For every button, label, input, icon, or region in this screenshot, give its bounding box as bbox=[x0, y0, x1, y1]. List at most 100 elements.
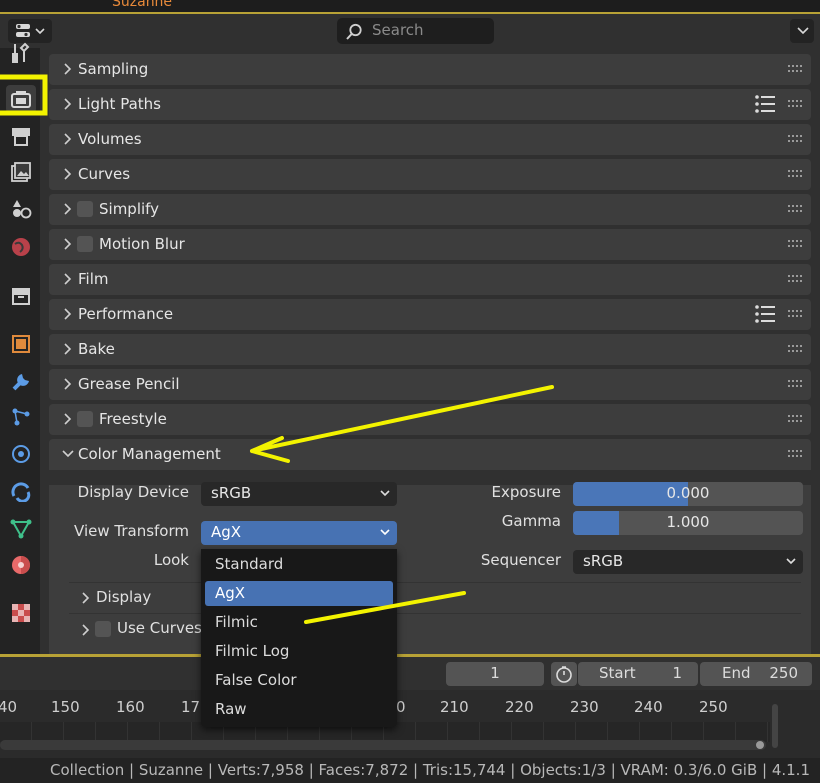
options-menu-button[interactable] bbox=[790, 19, 814, 43]
section-label: Freestyle bbox=[99, 410, 167, 428]
subsection-use-curves[interactable]: Use Curves bbox=[69, 613, 801, 644]
stopwatch-icon bbox=[556, 666, 572, 683]
tab-texture[interactable] bbox=[8, 600, 34, 626]
section-label: Color Management bbox=[78, 445, 221, 463]
menu-item-standard[interactable]: Standard bbox=[205, 552, 393, 577]
gamma-slider[interactable]: 1.000 bbox=[573, 511, 803, 535]
drag-handle-icon[interactable] bbox=[788, 414, 804, 424]
chevron-down-icon bbox=[380, 490, 390, 497]
section-simplify[interactable]: Simplify bbox=[49, 194, 811, 225]
view-transform-dropdown[interactable]: AgX bbox=[201, 521, 397, 545]
drag-handle-icon[interactable] bbox=[788, 239, 804, 249]
section-label: Light Paths bbox=[78, 95, 161, 113]
frame-number: 210 bbox=[440, 698, 469, 716]
drag-handle-icon[interactable] bbox=[788, 274, 804, 284]
section-light-paths[interactable]: Light Paths bbox=[49, 89, 811, 120]
section-color-management[interactable]: Color Management bbox=[49, 439, 811, 470]
tab-output[interactable] bbox=[8, 123, 34, 149]
chevron-right-icon bbox=[64, 63, 72, 75]
tab-physics[interactable] bbox=[8, 441, 34, 467]
tab-tool[interactable] bbox=[8, 40, 34, 66]
freestyle-checkbox[interactable] bbox=[77, 411, 93, 427]
drag-handle-icon[interactable] bbox=[788, 169, 804, 179]
exposure-slider[interactable]: 0.000 bbox=[573, 482, 803, 506]
texture-icon bbox=[12, 604, 30, 622]
drag-handle-icon[interactable] bbox=[788, 379, 804, 389]
sequencer-dropdown[interactable]: sRGB bbox=[573, 550, 803, 574]
drag-handle-icon[interactable] bbox=[788, 99, 804, 109]
tab-particles[interactable] bbox=[8, 404, 34, 430]
section-freestyle[interactable]: Freestyle bbox=[49, 404, 811, 435]
chevron-down-icon bbox=[380, 529, 390, 536]
object-icon bbox=[12, 335, 30, 353]
simplify-checkbox[interactable] bbox=[77, 201, 93, 217]
drag-handle-icon[interactable] bbox=[788, 134, 804, 144]
frame-start-field[interactable]: Start 1 bbox=[578, 662, 698, 686]
section-volumes[interactable]: Volumes bbox=[49, 124, 811, 155]
presets-list-icon[interactable] bbox=[755, 304, 777, 324]
current-frame-value: 1 bbox=[490, 664, 500, 682]
use-preview-range-button[interactable] bbox=[551, 662, 577, 686]
tab-modifier[interactable] bbox=[8, 368, 34, 394]
tab-data[interactable] bbox=[8, 515, 34, 541]
use-curves-checkbox[interactable] bbox=[95, 621, 111, 637]
motion-blur-checkbox[interactable] bbox=[77, 236, 93, 252]
drag-handle-icon[interactable] bbox=[788, 64, 804, 74]
tab-collection[interactable] bbox=[8, 283, 34, 309]
tab-view-layer[interactable] bbox=[8, 159, 34, 185]
tab-scene[interactable] bbox=[8, 196, 34, 222]
output-icon bbox=[12, 128, 30, 146]
display-device-dropdown[interactable]: sRGB bbox=[201, 482, 397, 506]
section-curves[interactable]: Curves bbox=[49, 159, 811, 190]
modifier-icon bbox=[12, 374, 29, 391]
view-transform-value: AgX bbox=[211, 523, 242, 541]
end-value: 250 bbox=[769, 664, 798, 682]
render-properties-panel: Sampling Light Paths Volumes Curves Simp… bbox=[40, 48, 820, 654]
drag-handle-icon[interactable] bbox=[788, 449, 804, 459]
menu-item-agx[interactable]: AgX bbox=[205, 581, 393, 606]
section-motion-blur[interactable]: Motion Blur bbox=[49, 229, 811, 260]
sequencer-label: Sequencer bbox=[480, 551, 561, 569]
menu-item-label: Filmic Log bbox=[215, 642, 290, 660]
frame-end-field[interactable]: End 250 bbox=[700, 662, 812, 686]
section-film[interactable]: Film bbox=[49, 264, 811, 295]
data-icon bbox=[10, 519, 32, 539]
drag-handle-icon[interactable] bbox=[788, 309, 804, 319]
subsection-display[interactable]: Display bbox=[69, 582, 801, 611]
presets-list-icon[interactable] bbox=[755, 94, 777, 114]
view-transform-menu: Standard AgX Filmic Filmic Log False Col… bbox=[201, 549, 397, 727]
section-grease-pencil[interactable]: Grease Pencil bbox=[49, 369, 811, 400]
tab-constraints[interactable] bbox=[8, 478, 34, 504]
menu-item-filmic[interactable]: Filmic bbox=[205, 610, 393, 635]
status-bar-text: Collection | Suzanne | Verts:7,958 | Fac… bbox=[50, 761, 810, 779]
timeline-horizontal-scrollbar[interactable] bbox=[0, 740, 766, 750]
scrollbar-handle[interactable] bbox=[756, 741, 764, 749]
drag-handle-icon[interactable] bbox=[788, 344, 804, 354]
view-transform-label: View Transform bbox=[74, 522, 189, 540]
tab-render[interactable] bbox=[6, 85, 36, 113]
frame-number: 160 bbox=[116, 698, 145, 716]
search-field[interactable]: Search bbox=[337, 18, 494, 44]
section-sampling[interactable]: Sampling bbox=[49, 54, 811, 85]
exposure-label: Exposure bbox=[491, 483, 561, 501]
menu-item-false-color[interactable]: False Color bbox=[205, 668, 393, 693]
current-frame-field[interactable]: 1 bbox=[446, 662, 544, 686]
chevron-right-icon bbox=[64, 413, 72, 425]
physics-icon bbox=[12, 445, 30, 463]
section-performance[interactable]: Performance bbox=[49, 299, 811, 330]
tab-object[interactable] bbox=[8, 331, 34, 357]
exposure-value: 0.000 bbox=[666, 484, 710, 502]
menu-item-filmic-log[interactable]: Filmic Log bbox=[205, 639, 393, 664]
drag-handle-icon[interactable] bbox=[788, 204, 804, 214]
section-bake[interactable]: Bake bbox=[49, 334, 811, 365]
section-label: Bake bbox=[78, 340, 115, 358]
frame-number: 220 bbox=[505, 698, 534, 716]
tab-world[interactable] bbox=[8, 234, 34, 260]
properties-header: Search bbox=[0, 14, 820, 48]
frame-number: 150 bbox=[51, 698, 80, 716]
menu-item-raw[interactable]: Raw bbox=[205, 697, 393, 722]
display-device-label: Display Device bbox=[77, 483, 189, 501]
tab-material[interactable] bbox=[8, 552, 34, 578]
timeline-vertical-scrollbar[interactable] bbox=[772, 704, 778, 748]
look-label: Look bbox=[153, 551, 189, 569]
